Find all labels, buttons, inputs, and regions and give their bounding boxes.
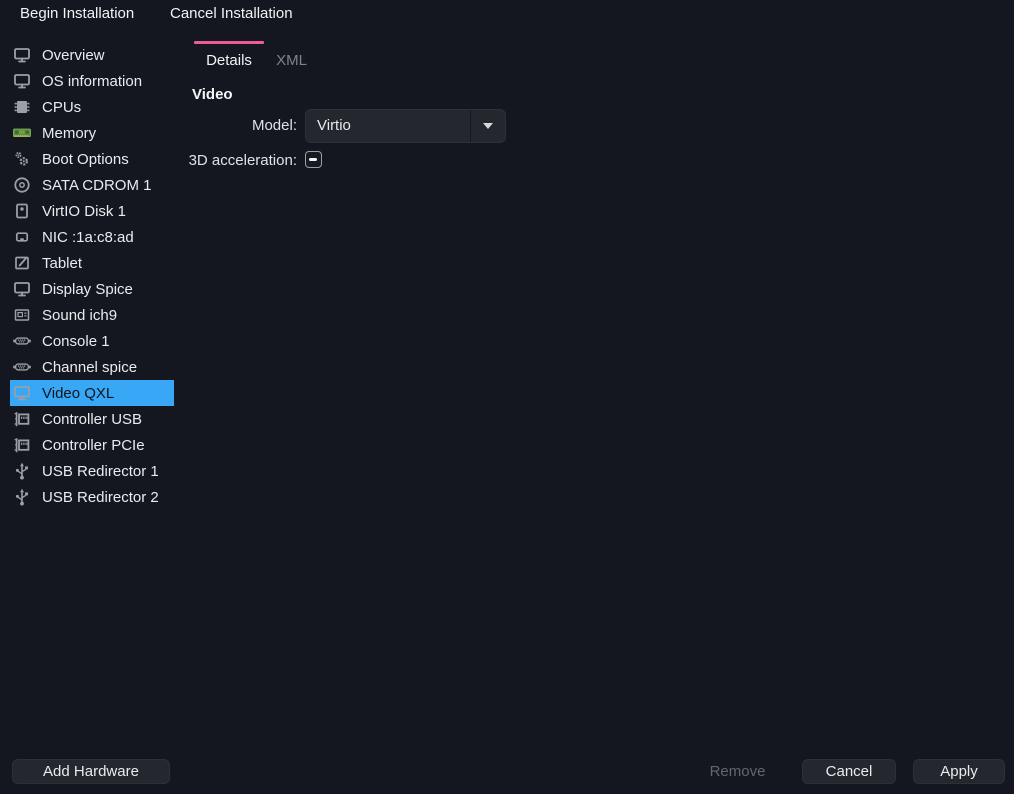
tablet-icon [12, 253, 32, 273]
sidebar-item-controller-usb[interactable]: Controller USB [10, 406, 174, 432]
monitor-icon [12, 71, 32, 91]
monitor-icon [12, 279, 32, 299]
3d-acceleration-checkbox[interactable] [305, 151, 322, 168]
hardware-list: Overview OS information CPUs Memory Boot… [0, 42, 184, 510]
chevron-down-icon [483, 123, 493, 129]
sidebar-item-os-information[interactable]: OS information [10, 68, 174, 94]
sidebar-item-sound-ich9[interactable]: Sound ich9 [10, 302, 174, 328]
combobox-dropdown-button[interactable] [471, 110, 505, 142]
cancel-installation-button[interactable]: Cancel Installation [170, 0, 293, 26]
sidebar-item-controller-pcie[interactable]: Controller PCIe [10, 432, 174, 458]
usb-icon [12, 461, 32, 481]
cpu-icon [12, 97, 32, 117]
video-model-value: Virtio [306, 110, 470, 142]
pci-card-icon [12, 435, 32, 455]
begin-installation-button[interactable]: Begin Installation [20, 0, 134, 26]
sidebar-item-usb-redirector-2[interactable]: USB Redirector 2 [10, 484, 174, 510]
active-tab-indicator [194, 41, 264, 44]
sidebar-item-nic-1a-c8-ad[interactable]: NIC :1a:c8:ad [10, 224, 174, 250]
network-icon [12, 227, 32, 247]
sidebar-item-video-qxl[interactable]: Video QXL [10, 380, 174, 406]
video-model-combobox[interactable]: Virtio [305, 109, 506, 143]
sidebar-item-display-spice[interactable]: Display Spice [10, 276, 174, 302]
apply-button[interactable]: Apply [913, 759, 1005, 784]
monitor-icon [12, 45, 32, 65]
soundcard-icon [12, 305, 32, 325]
add-hardware-button[interactable]: Add Hardware [12, 759, 170, 784]
model-label: Model: [172, 109, 297, 143]
gears-icon [12, 149, 32, 169]
pci-card-icon [12, 409, 32, 429]
cancel-button[interactable]: Cancel [802, 759, 896, 784]
sidebar-item-memory[interactable]: Memory [10, 120, 174, 146]
tab-xml[interactable]: XML [264, 46, 319, 74]
remove-button[interactable]: Remove [700, 759, 775, 784]
sidebar-item-cpus[interactable]: CPUs [10, 94, 174, 120]
sidebar-item-virtio-disk-1[interactable]: VirtIO Disk 1 [10, 198, 174, 224]
sidebar-item-sata-cdrom-1[interactable]: SATA CDROM 1 [10, 172, 174, 198]
usb-icon [12, 487, 32, 507]
disk-icon [12, 201, 32, 221]
tab-details[interactable]: Details [194, 46, 264, 74]
video-section-title: Video [192, 86, 233, 103]
sidebar-item-channel-spice[interactable]: Channel spice [10, 354, 174, 380]
sidebar-item-console-1[interactable]: Console 1 [10, 328, 174, 354]
sidebar-item-usb-redirector-1[interactable]: USB Redirector 1 [10, 458, 174, 484]
sidebar-item-tablet[interactable]: Tablet [10, 250, 174, 276]
memory-icon [12, 123, 32, 143]
3d-acceleration-label: 3D acceleration: [132, 151, 297, 170]
monitor-icon [12, 383, 32, 403]
serial-port-icon [12, 357, 32, 377]
vm-creation-window: Begin Installation Cancel Installation O… [0, 0, 1014, 794]
sidebar-item-overview[interactable]: Overview [10, 42, 174, 68]
serial-port-icon [12, 331, 32, 351]
disc-icon [12, 175, 32, 195]
